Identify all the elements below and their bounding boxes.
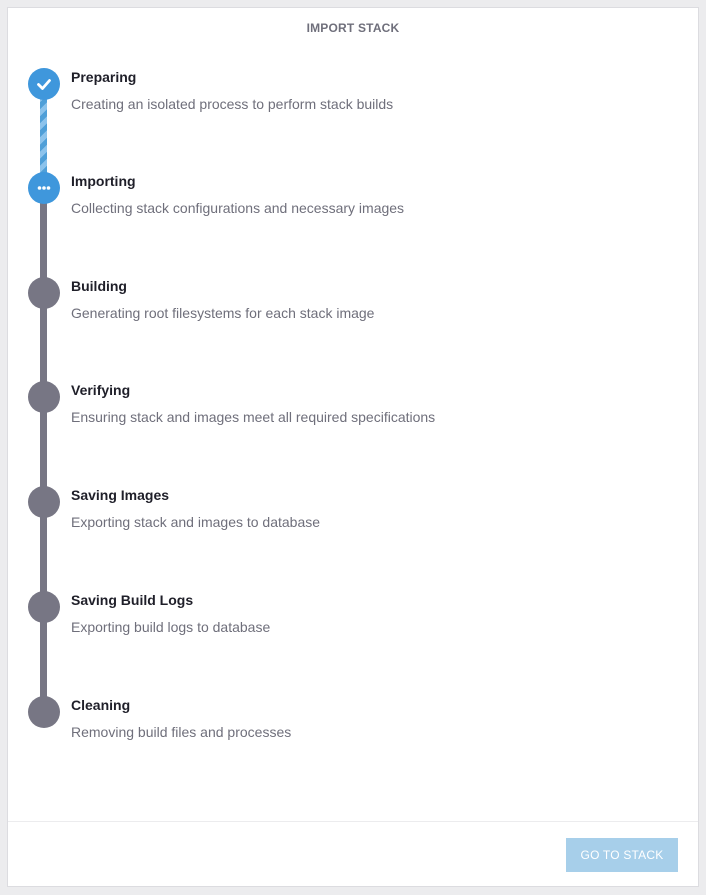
pending-step-icon [28,591,60,623]
step-description: Collecting stack configurations and nece… [71,200,405,216]
step-description: Removing build files and processes [71,724,292,740]
pending-step-icon [28,696,60,728]
step-title: Verifying [71,382,131,398]
pending-step-icon [28,486,60,518]
import-stack-panel: IMPORT STACK Preparing Creating an isola… [7,7,699,887]
pending-step-icon [28,381,60,413]
step-saving-build-logs: Saving Build Logs Exporting build logs t… [8,591,698,651]
step-description: Exporting build logs to database [71,619,271,635]
step-title: Saving Build Logs [71,592,194,608]
step-saving-images: Saving Images Exporting stack and images… [8,486,698,546]
step-description: Exporting stack and images to database [71,514,321,530]
step-title: Preparing [71,69,137,85]
step-title: Cleaning [71,697,131,713]
progress-timeline: Preparing Creating an isolated process t… [8,8,698,828]
step-verifying: Verifying Ensuring stack and images meet… [8,381,698,441]
step-preparing: Preparing Creating an isolated process t… [8,68,698,128]
step-description: Ensuring stack and images meet all requi… [71,409,436,425]
check-icon [28,68,60,100]
pending-step-icon [28,277,60,309]
step-title: Importing [71,173,136,189]
step-building: Building Generating root filesystems for… [8,277,698,337]
step-title: Saving Images [71,487,170,503]
step-cleaning: Cleaning Removing build files and proces… [8,696,698,756]
step-description: Creating an isolated process to perform … [71,96,394,112]
panel-footer: GO TO STACK [8,821,698,886]
go-to-stack-button[interactable]: GO TO STACK [566,838,678,872]
ellipsis-icon [28,172,60,204]
step-title: Building [71,278,127,294]
step-description: Generating root filesystems for each sta… [71,305,375,321]
step-importing: Importing Collecting stack configuration… [8,172,698,232]
